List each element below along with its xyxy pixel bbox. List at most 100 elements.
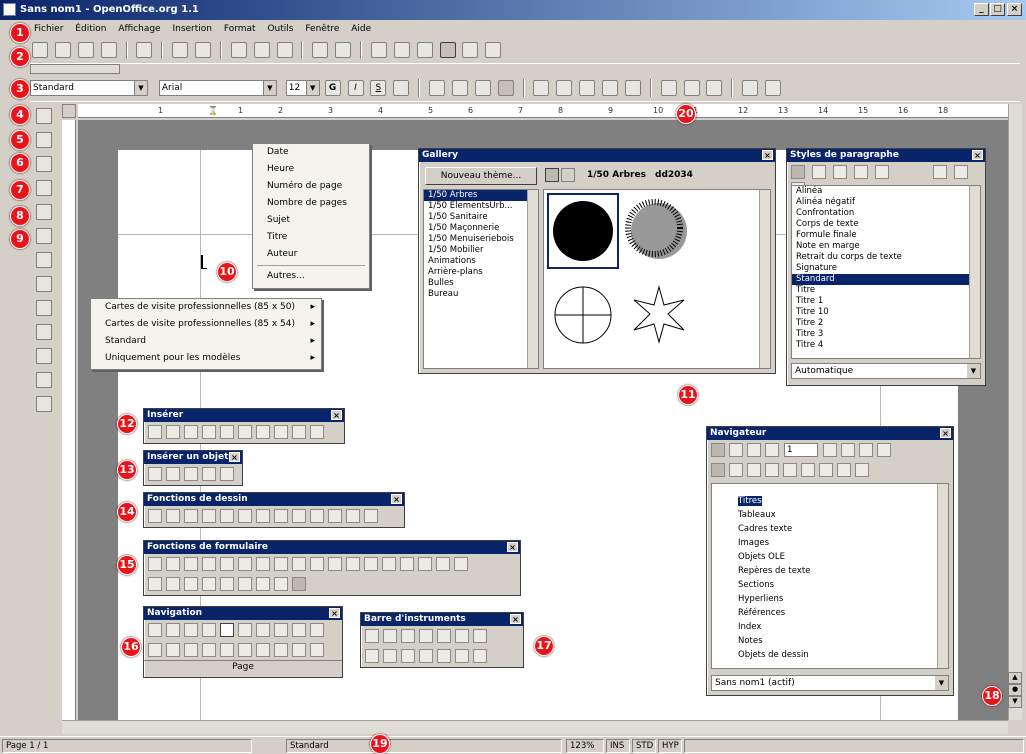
callout-icon[interactable] — [364, 509, 378, 523]
decrease-indent-icon[interactable] — [579, 80, 596, 96]
menu-format[interactable]: Format — [224, 24, 256, 34]
insert-fields-icon[interactable] — [36, 132, 52, 148]
nav-table-icon[interactable] — [148, 623, 162, 637]
list-item[interactable]: 1/50 Maçonnerie — [424, 223, 538, 234]
list-item[interactable]: Note en marge — [792, 241, 980, 252]
insert-formula-icon[interactable] — [166, 467, 180, 481]
fill-format-icon[interactable] — [933, 165, 948, 179]
navigation-toolbar-caption[interactable]: Navigation × — [144, 607, 342, 620]
stylist-icon[interactable] — [393, 42, 410, 58]
form-properties-icon[interactable] — [166, 577, 180, 591]
style-filter-combo[interactable]: Automatique ▼ — [791, 363, 981, 379]
open-icon[interactable] — [54, 42, 71, 58]
spellcheck-icon[interactable] — [365, 649, 379, 663]
theme-list-scrollbar[interactable] — [527, 190, 538, 368]
tree-item-notes[interactable]: Notes — [712, 634, 948, 648]
list-item[interactable]: 1/50 Arbres — [424, 190, 538, 201]
tree-item-dessin[interactable]: Objets de dessin — [712, 648, 948, 662]
align-left-icon[interactable] — [429, 80, 445, 96]
chevron-down-icon[interactable]: ▼ — [935, 676, 948, 690]
copy-icon[interactable] — [253, 42, 270, 58]
hyperlink-icon[interactable] — [416, 42, 433, 58]
close-icon[interactable]: × — [391, 494, 402, 504]
edit-file-icon[interactable] — [136, 42, 153, 58]
previous-page-icon[interactable]: ▲ — [1008, 672, 1022, 684]
spin-button-icon[interactable] — [822, 443, 837, 457]
anchor-icon[interactable] — [840, 443, 855, 457]
insert-plugin-icon[interactable] — [220, 467, 234, 481]
menu-item-title[interactable]: Titre — [253, 229, 369, 246]
horizontal-scrollbar[interactable] — [62, 720, 1008, 734]
insert-toolbar-caption[interactable]: Insérer × — [144, 409, 344, 422]
align-center-icon[interactable] — [451, 80, 468, 96]
list-item[interactable]: 1/50 Sanitaire — [424, 212, 538, 223]
nav-next-icon[interactable] — [310, 643, 324, 657]
ruler-indent-marker[interactable]: ⌛ — [208, 104, 218, 118]
paste-icon[interactable] — [276, 42, 293, 58]
spellcheck-icon[interactable] — [36, 276, 52, 292]
draw-toolbar-caption[interactable]: Fonctions de dessin × — [144, 493, 404, 506]
graphics-on-off-icon[interactable] — [36, 396, 52, 412]
list-box-icon[interactable] — [711, 463, 725, 477]
close-icon[interactable]: × — [972, 150, 983, 160]
styles-caption[interactable]: Styles de paragraphe × — [787, 149, 985, 162]
insert-ole-icon[interactable] — [202, 467, 216, 481]
url-bar-collapsed[interactable] — [30, 64, 120, 74]
select-arrow-icon[interactable] — [148, 509, 162, 523]
insert-image-icon[interactable] — [166, 425, 180, 439]
insert-object-icon[interactable] — [401, 629, 415, 643]
nav-image-icon[interactable] — [184, 623, 198, 637]
data-source-icon[interactable] — [462, 42, 479, 58]
close-icon[interactable]: × — [229, 452, 240, 462]
close-icon[interactable]: × — [329, 608, 340, 618]
form-open-design-icon[interactable] — [238, 577, 252, 591]
nav-frame-icon[interactable] — [166, 623, 180, 637]
indent-icon[interactable] — [624, 80, 641, 96]
character-styles-icon[interactable] — [811, 165, 826, 179]
text-direction-ltr-icon[interactable] — [742, 80, 759, 96]
navigation-icon[interactable]: ● — [1008, 684, 1022, 696]
navigator-scrollbar[interactable] — [937, 484, 948, 668]
form-autofocus-icon[interactable] — [256, 577, 270, 591]
segment-icon[interactable] — [310, 509, 324, 523]
menu-item-other[interactable]: Autres... — [253, 268, 369, 285]
autospellcheck-icon[interactable] — [36, 300, 52, 316]
menu-item-author[interactable]: Auteur — [253, 246, 369, 263]
nav-heading-icon[interactable] — [238, 623, 252, 637]
list-item[interactable]: Titre 4 — [792, 340, 980, 351]
horizontal-ruler[interactable]: 1 ⌛ 1 2 3 4 5 6 7 8 9 10 11 12 13 14 15 … — [78, 104, 1008, 118]
status-zoom[interactable]: 123% — [566, 739, 604, 753]
form-design-mode-icon[interactable] — [148, 577, 162, 591]
nav-bookmark-icon[interactable] — [166, 643, 180, 657]
navigator-tree[interactable]: Titres Tableaux Cadres texte Images Obje… — [711, 483, 949, 669]
tree-item-hyperliens[interactable]: Hyperliens — [712, 592, 948, 606]
promote-chapter-icon[interactable] — [837, 463, 851, 477]
footer-icon[interactable] — [783, 463, 797, 477]
insert-field-icon[interactable] — [220, 425, 234, 439]
tree-item-images[interactable]: Images — [712, 536, 948, 550]
list-item[interactable]: Corps de texte — [792, 219, 980, 230]
nav-reminder-icon[interactable] — [256, 623, 270, 637]
list-item[interactable]: 1/50 Mobilier — [424, 245, 538, 256]
promote-level-icon[interactable] — [858, 443, 873, 457]
nav-control-icon[interactable] — [292, 623, 306, 637]
list-item[interactable]: Standard — [792, 274, 980, 285]
new-doc-icon[interactable] — [32, 42, 48, 58]
insert-index-icon[interactable] — [274, 425, 288, 439]
tree-item-ole[interactable]: Objets OLE — [712, 550, 948, 564]
navigator-caption[interactable]: Navigateur × — [707, 427, 953, 440]
header-icon[interactable] — [765, 463, 779, 477]
anchor-text-icon[interactable] — [801, 463, 815, 477]
demote-level-icon[interactable] — [876, 443, 891, 457]
form-toolbar-caption[interactable]: Fonctions de formulaire × — [144, 541, 520, 554]
underline-button[interactable]: S — [370, 80, 387, 96]
drag-mode-icon[interactable] — [729, 443, 743, 457]
menu-outils[interactable]: Outils — [267, 24, 293, 34]
gallery-theme-list[interactable]: 1/50 Arbres 1/50 ElementsUrb... 1/50 San… — [423, 189, 539, 369]
detail-view-icon[interactable] — [561, 168, 575, 182]
form-file-icon[interactable] — [328, 557, 342, 571]
close-icon[interactable]: × — [762, 150, 773, 160]
icon-view-icon[interactable] — [545, 168, 559, 182]
menu-item-page-number[interactable]: Numéro de page — [253, 178, 369, 195]
font-name-combo[interactable]: Arial ▼ — [158, 80, 277, 96]
